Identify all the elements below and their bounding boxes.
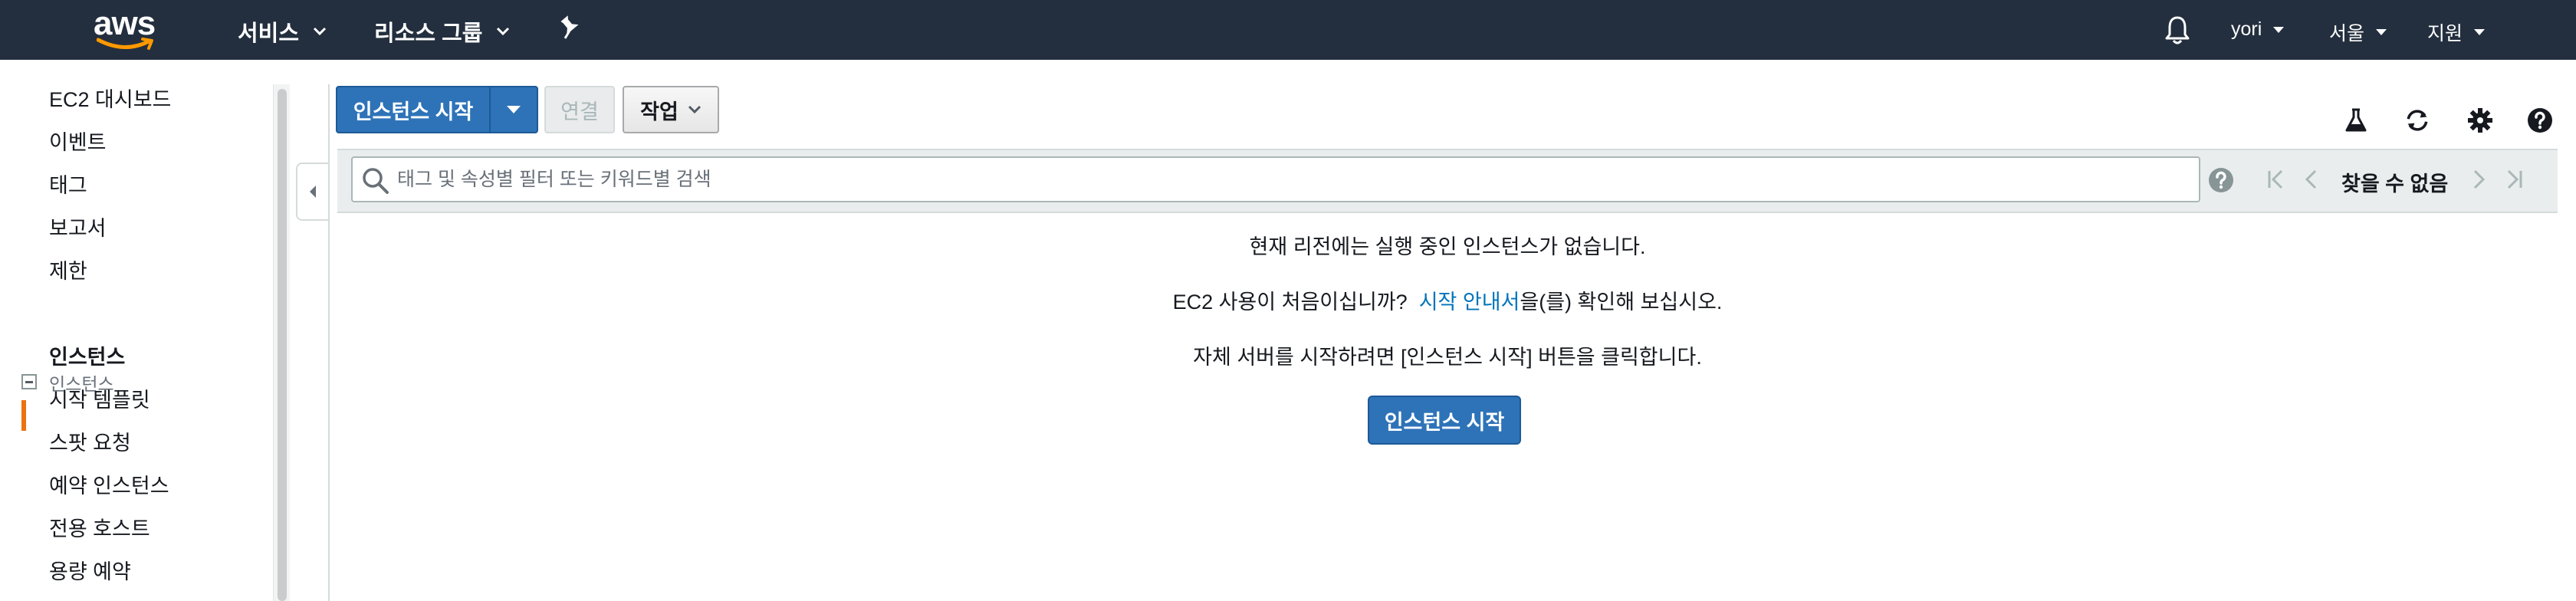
launch-instruction-message: 자체 서버를 시작하려면 [인스턴스 시작] 버튼을 클릭합니다. (1193, 346, 1702, 369)
services-menu[interactable]: 서비스 (238, 15, 327, 48)
support-menu-label: 지원 (2427, 23, 2463, 44)
caret-down-icon (2474, 29, 2486, 35)
actions-button-label: 작업 (640, 100, 678, 123)
sidebar-collapse-button[interactable] (296, 163, 328, 221)
next-page-icon[interactable] (2470, 168, 2487, 191)
sidebar-item-capacity-reservations[interactable]: 용량 예약 (49, 555, 131, 585)
sidebar-item-dedicated-hosts[interactable]: 전용 호스트 (49, 512, 150, 542)
help-icon[interactable] (2527, 107, 2553, 133)
no-instances-message: 현재 리전에는 실행 중인 인스턴스가 없습니다. (1249, 235, 1646, 258)
launch-instance-button[interactable]: 인스턴스 시작 (337, 87, 489, 132)
sidebar-item-instances[interactable]: 인스턴스 (49, 340, 125, 370)
getting-started-prefix: EC2 사용이 처음이십니까? (1172, 291, 1408, 314)
actions-button[interactable]: 작업 (623, 86, 719, 133)
caret-down-icon (507, 106, 521, 113)
launch-instance-dropdown[interactable] (489, 87, 537, 132)
search-help-icon[interactable] (2208, 167, 2234, 193)
sidebar-scrollbar-thumb[interactable] (278, 89, 287, 601)
caret-down-icon (2273, 26, 2285, 33)
region-menu[interactable]: 서울 (2329, 18, 2387, 46)
user-menu[interactable]: yori (2231, 18, 2285, 41)
search-input[interactable] (397, 166, 2114, 193)
first-page-icon[interactable] (2266, 168, 2286, 191)
connect-button[interactable]: 연결 (544, 86, 615, 133)
sidebar-item-spot-requests[interactable]: 스팟 요청 (49, 426, 131, 456)
sidebar-divider (328, 84, 330, 601)
last-page-icon[interactable] (2504, 168, 2524, 191)
sidebar-item-tags[interactable]: 태그 (49, 169, 87, 199)
getting-started-suffix: 을(를) 확인해 보십시오. (1520, 291, 1723, 314)
chevron-left-icon (310, 186, 316, 198)
resource-groups-menu[interactable]: 리소스 그룹 (374, 15, 510, 48)
pin-icon[interactable] (558, 15, 581, 44)
active-item-marker (21, 400, 26, 431)
chevron-down-icon (497, 27, 510, 36)
sidebar-item-ec2-dashboard[interactable]: EC2 대시보드 (49, 83, 171, 113)
previous-page-icon[interactable] (2303, 168, 2320, 191)
search-box (351, 156, 2233, 202)
getting-started-guide-link[interactable]: 시작 안내서 (1419, 291, 1520, 314)
gear-icon[interactable] (2467, 107, 2493, 133)
sidebar-item-limits[interactable]: 제한 (49, 255, 87, 284)
support-menu[interactable]: 지원 (2427, 18, 2486, 46)
resource-groups-menu-label: 리소스 그룹 (374, 21, 483, 46)
aws-logo[interactable]: aws (92, 5, 161, 52)
caret-down-icon (2376, 29, 2387, 35)
flask-icon[interactable] (2343, 107, 2369, 133)
aws-smile-icon (97, 38, 153, 50)
getting-started-message: EC2 사용이 처음이십니까? 시작 안내서을(를) 확인해 보십시오. (337, 285, 2558, 315)
chevron-down-icon (688, 105, 701, 114)
region-menu-label: 서울 (2329, 23, 2365, 44)
sidebar-item-reserved-instances[interactable]: 예약 인스턴스 (49, 469, 169, 499)
sidebar-item-launch-templates[interactable]: 시작 템플릿 (49, 383, 150, 413)
user-menu-label: yori (2231, 18, 2262, 40)
pagination-status: 찾을 수 없음 (2341, 172, 2449, 195)
search-icon (363, 168, 389, 194)
sidebar-item-reports[interactable]: 보고서 (49, 212, 107, 241)
section-collapse-toggle[interactable] (21, 374, 37, 389)
refresh-icon[interactable] (2404, 107, 2430, 133)
top-navigation-bar: aws 서비스 리소스 그룹 yori 서울 지원 (0, 0, 2576, 60)
chevron-down-icon (313, 27, 327, 36)
launch-instance-split-button: 인스턴스 시작 (336, 86, 538, 133)
launch-instance-cta-button[interactable]: 인스턴스 시작 (1368, 396, 1521, 445)
services-menu-label: 서비스 (238, 21, 300, 46)
bell-icon[interactable] (2164, 15, 2191, 49)
sidebar-item-events[interactable]: 이벤트 (49, 126, 107, 156)
sidebar: EC2 대시보드 이벤트 태그 보고서 제한 인스턴스 인스턴스 시작 템플릿 … (0, 60, 273, 601)
